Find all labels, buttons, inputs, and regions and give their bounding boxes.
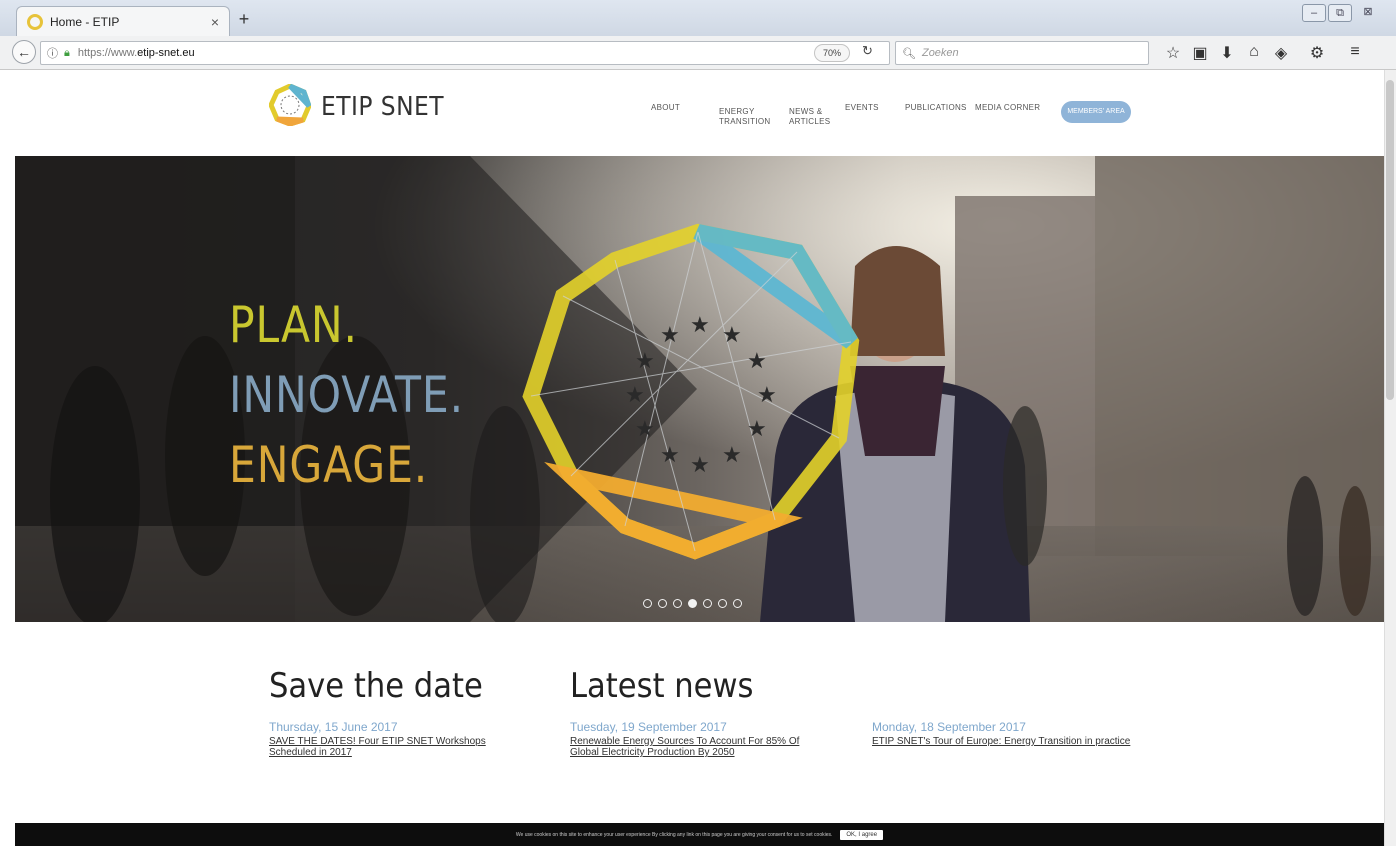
nav-about[interactable]: ABOUT bbox=[651, 103, 680, 113]
bookmarks-library-icon[interactable]: ▣ bbox=[1189, 43, 1211, 63]
event-date: Thursday, 15 June 2017 bbox=[269, 720, 398, 734]
slider-dot[interactable] bbox=[718, 599, 727, 608]
info-icon[interactable]: ⓘ bbox=[47, 45, 58, 61]
reload-icon[interactable]: ↻ bbox=[862, 43, 873, 59]
svg-text:★: ★ bbox=[722, 442, 742, 467]
slider-dot[interactable] bbox=[703, 599, 712, 608]
slider-dot[interactable] bbox=[733, 599, 742, 608]
nav-energy-transition[interactable]: ENERGY TRANSITION bbox=[719, 107, 770, 127]
news-link-1[interactable]: Renewable Energy Sources To Account For … bbox=[570, 736, 830, 758]
svg-text:★: ★ bbox=[722, 322, 742, 347]
browser-search-input[interactable]: 🔍︎ Zoeken bbox=[895, 41, 1149, 65]
nav-publications[interactable]: PUBLICATIONS bbox=[905, 103, 967, 113]
home-icon[interactable]: ⌂ bbox=[1243, 43, 1265, 61]
svg-text:★: ★ bbox=[747, 348, 767, 373]
bookmark-star-icon[interactable]: ☆ bbox=[1162, 43, 1184, 63]
site-header: ETIP SNET ABOUT ENERGY TRANSITION NEWS &… bbox=[15, 70, 1384, 156]
slider-dot[interactable] bbox=[658, 599, 667, 608]
search-placeholder: Zoeken bbox=[921, 47, 959, 59]
news-link-2[interactable]: ETIP SNET's Tour of Europe: Energy Trans… bbox=[872, 736, 1132, 747]
browser-tab-active[interactable]: Home - ETIP × bbox=[16, 6, 230, 36]
window-close-button[interactable]: ⊠ bbox=[1356, 4, 1380, 22]
svg-text:★: ★ bbox=[660, 322, 680, 347]
svg-text:★: ★ bbox=[757, 382, 777, 407]
svg-text:★: ★ bbox=[625, 382, 645, 407]
etip-snet-logo-icon[interactable] bbox=[269, 84, 311, 126]
news-date-2: Monday, 18 September 2017 bbox=[872, 720, 1026, 734]
nav-news-articles[interactable]: NEWS & ARTICLES bbox=[789, 107, 830, 127]
slider-pagination bbox=[643, 599, 742, 608]
pocket-icon[interactable]: ◈ bbox=[1270, 43, 1292, 63]
lock-icon: 🔒︎ bbox=[64, 46, 70, 59]
back-arrow-icon[interactable]: ← bbox=[12, 40, 36, 64]
hero-slider: ★ ★ ★ ★ ★ ★ ★ ★ ★ ★ ★ ★ PLAN. INNOVATE. … bbox=[15, 156, 1384, 622]
tab-close-icon[interactable]: × bbox=[211, 14, 219, 30]
url-text: https://www.etip-snet.eu bbox=[77, 47, 195, 59]
downloads-icon[interactable]: ⬇ bbox=[1216, 43, 1238, 63]
members-area-button[interactable]: MEMBERS' AREA bbox=[1061, 101, 1131, 123]
svg-text:★: ★ bbox=[747, 416, 767, 441]
svg-text:★: ★ bbox=[635, 348, 655, 373]
svg-text:★: ★ bbox=[690, 452, 710, 477]
hero-line-innovate: INNOVATE. bbox=[229, 366, 464, 424]
menu-hamburger-icon[interactable]: ≡ bbox=[1344, 43, 1366, 61]
page-scrollbar-thumb[interactable] bbox=[1386, 80, 1394, 400]
window-restore-button[interactable]: ⧉ bbox=[1328, 4, 1352, 22]
cookie-consent-bar: We use cookies on this site to enhance y… bbox=[15, 823, 1384, 846]
zoom-level-badge[interactable]: 70% bbox=[814, 44, 850, 62]
extension-icon[interactable]: ⚙ bbox=[1306, 43, 1328, 63]
latest-news-title: Latest news bbox=[570, 666, 754, 706]
web-page: ETIP SNET ABOUT ENERGY TRANSITION NEWS &… bbox=[15, 70, 1384, 846]
site-logo-text[interactable]: ETIP SNET bbox=[321, 92, 444, 122]
slider-dot[interactable] bbox=[688, 599, 697, 608]
cookie-agree-button[interactable]: OK, I agree bbox=[840, 829, 884, 840]
save-the-date-title: Save the date bbox=[269, 666, 483, 706]
new-tab-button[interactable]: + bbox=[232, 8, 256, 30]
svg-text:★: ★ bbox=[660, 442, 680, 467]
search-icon: 🔍︎ bbox=[902, 47, 916, 60]
browser-tab-bar: Home - ETIP × + – ⧉ ⊠ bbox=[0, 0, 1396, 36]
slider-dot[interactable] bbox=[673, 599, 682, 608]
address-bar[interactable]: ⓘ 🔒︎ https://www.etip-snet.eu bbox=[40, 41, 890, 65]
event-link[interactable]: SAVE THE DATES! Four ETIP SNET Workshops… bbox=[269, 736, 519, 758]
hero-line-plan: PLAN. bbox=[229, 296, 358, 354]
browser-nav-bar: ← ⓘ 🔒︎ https://www.etip-snet.eu 70% ↻ 🔍︎… bbox=[0, 36, 1396, 70]
tab-title: Home - ETIP bbox=[50, 14, 120, 29]
slider-dot[interactable] bbox=[643, 599, 652, 608]
site-favicon-icon bbox=[27, 13, 43, 30]
nav-media-corner[interactable]: MEDIA CORNER bbox=[975, 103, 1040, 113]
nav-events[interactable]: EVENTS bbox=[845, 103, 879, 113]
cookie-message: We use cookies on this site to enhance y… bbox=[515, 831, 833, 838]
hero-line-engage: ENGAGE. bbox=[229, 436, 429, 494]
hero-overlay-shapes: ★ ★ ★ ★ ★ ★ ★ ★ ★ ★ ★ ★ bbox=[15, 156, 1371, 622]
svg-text:★: ★ bbox=[635, 416, 655, 441]
svg-text:★: ★ bbox=[690, 312, 710, 337]
window-minimize-button[interactable]: – bbox=[1302, 4, 1326, 22]
news-date-1: Tuesday, 19 September 2017 bbox=[570, 720, 727, 734]
